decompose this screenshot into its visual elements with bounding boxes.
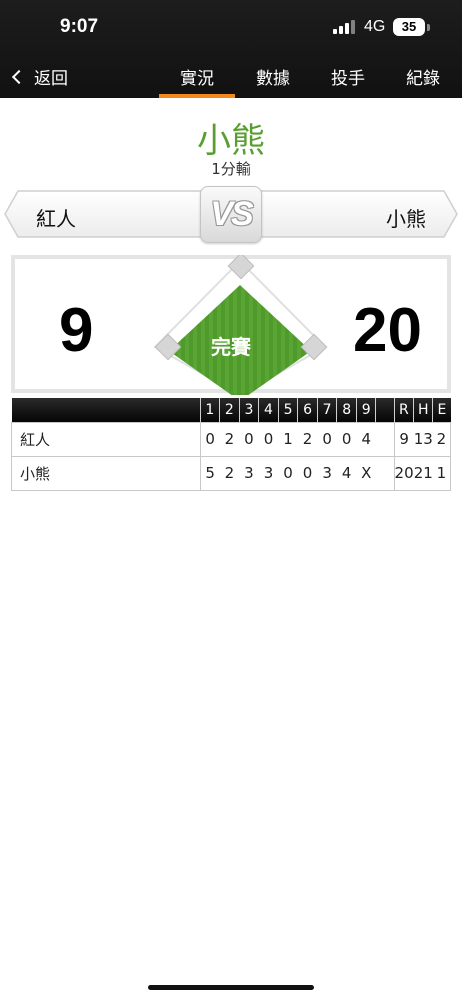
spacer-cell (375, 455, 395, 491)
vs-badge: VS (200, 186, 262, 243)
team-name-cell: 小熊 (11, 455, 201, 491)
home-score: 20 (353, 296, 422, 365)
inning-header: 9 (355, 398, 376, 422)
tab-records[interactable]: 紀錄 (406, 64, 440, 89)
inning-header: 8 (336, 398, 357, 422)
errors-cell: 1 (432, 455, 451, 491)
tab-live[interactable]: 實況 (159, 64, 235, 98)
status-time: 9:07 (60, 16, 99, 37)
errors-cell: 2 (432, 421, 451, 457)
runs-header: R (393, 398, 414, 422)
inning-cell: 2 (219, 421, 240, 457)
inning-cell: 1 (278, 421, 298, 457)
spacer-cell (375, 421, 395, 457)
vs-label: VS (210, 195, 253, 233)
away-team-name: 紅人 (36, 207, 76, 231)
back-label: 返回 (34, 69, 68, 89)
table-row: 小熊 5 2 3 3 0 0 3 4 X 20 21 1 (11, 455, 451, 491)
runs-cell: 20 (394, 455, 414, 491)
inning-header: 4 (258, 398, 279, 422)
result-margin: 1分輸 (211, 160, 251, 178)
inning-header: 3 (238, 398, 259, 422)
inning-cell: 2 (297, 421, 318, 457)
hits-cell: 21 (413, 455, 433, 491)
matchup-banner: 紅人 小熊 VS (0, 186, 462, 243)
top-bar: 9:07 4G 35 返回 實況 數據 投手 紀錄 (0, 0, 462, 98)
inning-cell: 0 (258, 421, 279, 457)
inning-cell: 0 (317, 421, 337, 457)
table-row: 紅人 0 2 0 0 1 2 0 0 4 9 13 2 (11, 421, 451, 457)
inning-cell: 0 (199, 421, 220, 457)
inning-cell: 0 (278, 455, 298, 491)
inning-cell: 0 (336, 421, 357, 457)
battery-icon: 35 (393, 18, 425, 36)
inning-cell: 3 (258, 455, 279, 491)
team-name-cell: 紅人 (11, 421, 201, 457)
inning-header: 5 (277, 398, 298, 422)
status-bar: 9:07 4G 35 (0, 0, 462, 54)
nav-bar: 返回 實況 數據 投手 紀錄 (0, 54, 462, 98)
linescore-table: 1 2 3 4 5 6 7 8 9 R H E 紅人 0 2 0 0 1 2 0… (11, 398, 451, 491)
home-indicator[interactable] (148, 985, 314, 990)
baseball-field-icon (153, 255, 328, 395)
linescore-header-row: 1 2 3 4 5 6 7 8 9 R H E (11, 398, 451, 422)
hits-cell: 13 (413, 421, 433, 457)
inning-cell: 4 (356, 421, 376, 457)
network-type: 4G (364, 18, 386, 35)
runs-cell: 9 (394, 421, 414, 457)
scoreboard: 9 完賽 20 (11, 255, 451, 395)
errors-header: E (432, 398, 451, 422)
inning-header: 6 (297, 398, 318, 422)
battery-tip (427, 24, 430, 31)
inning-cell: 3 (317, 455, 337, 491)
tab-stats[interactable]: 數據 (256, 64, 290, 89)
inning-header: 7 (316, 398, 337, 422)
inning-cell: 0 (297, 455, 318, 491)
tab-pitchers[interactable]: 投手 (331, 64, 365, 89)
spacer-header (375, 398, 395, 422)
inning-cell: 2 (219, 455, 240, 491)
inning-header: 1 (199, 398, 220, 422)
inning-header: 2 (219, 398, 240, 422)
game-status: 完賽 (211, 335, 251, 359)
inning-cell: 3 (239, 455, 259, 491)
inning-cell: 0 (239, 421, 259, 457)
signal-icon (333, 20, 355, 34)
inning-cell: 4 (336, 455, 357, 491)
back-button[interactable]: 返回 (11, 64, 68, 89)
chevron-left-icon (11, 69, 27, 85)
inning-cell: X (356, 455, 376, 491)
inning-cell: 5 (199, 455, 220, 491)
team-column-header (11, 398, 201, 422)
away-score: 9 (59, 296, 94, 365)
home-team-name: 小熊 (386, 207, 426, 231)
battery-level: 35 (401, 19, 417, 34)
hits-header: H (413, 398, 433, 422)
winner-team: 小熊 (197, 121, 265, 161)
